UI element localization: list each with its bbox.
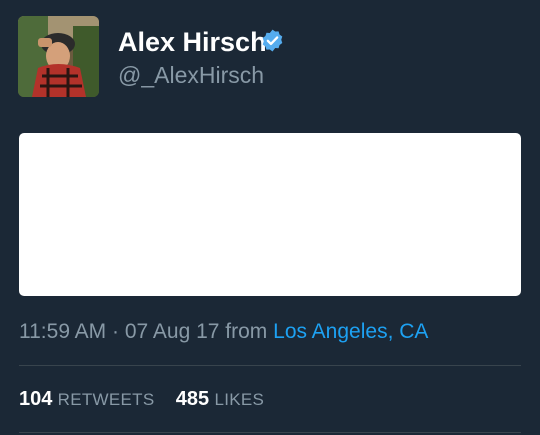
tweet-meta: 11:59 AM · 07 Aug 17 from Los Angeles, C… bbox=[19, 320, 428, 344]
location-link[interactable]: Los Angeles, CA bbox=[273, 320, 428, 343]
likes-stat[interactable]: 485 LIKES bbox=[175, 388, 265, 410]
meta-separator: · bbox=[112, 320, 120, 343]
retweets-stat[interactable]: 104 RETWEETS bbox=[19, 388, 160, 410]
likes-count: 485 bbox=[175, 388, 210, 410]
tweet-detail: Alex Hirsch @_AlexHirsch 11:59 AM · 07 A… bbox=[0, 0, 540, 435]
media-card[interactable] bbox=[19, 133, 521, 296]
tweet-time: 11:59 AM bbox=[19, 320, 107, 343]
profile-photo-icon bbox=[18, 16, 99, 97]
divider bbox=[19, 365, 521, 366]
tweet-stats: 104 RETWEETS 485 LIKES bbox=[19, 388, 264, 411]
retweets-label: RETWEETS bbox=[57, 390, 155, 409]
from-label: from bbox=[225, 320, 268, 343]
verified-badge-icon bbox=[262, 29, 283, 52]
retweets-count: 104 bbox=[19, 388, 53, 410]
author-handle[interactable]: @_AlexHirsch bbox=[118, 62, 264, 89]
tweet-date: 07 Aug 17 bbox=[124, 320, 220, 343]
divider bbox=[19, 432, 521, 433]
likes-label: LIKES bbox=[214, 390, 265, 409]
author-display-name[interactable]: Alex Hirsch bbox=[118, 27, 267, 58]
avatar[interactable] bbox=[18, 16, 99, 97]
